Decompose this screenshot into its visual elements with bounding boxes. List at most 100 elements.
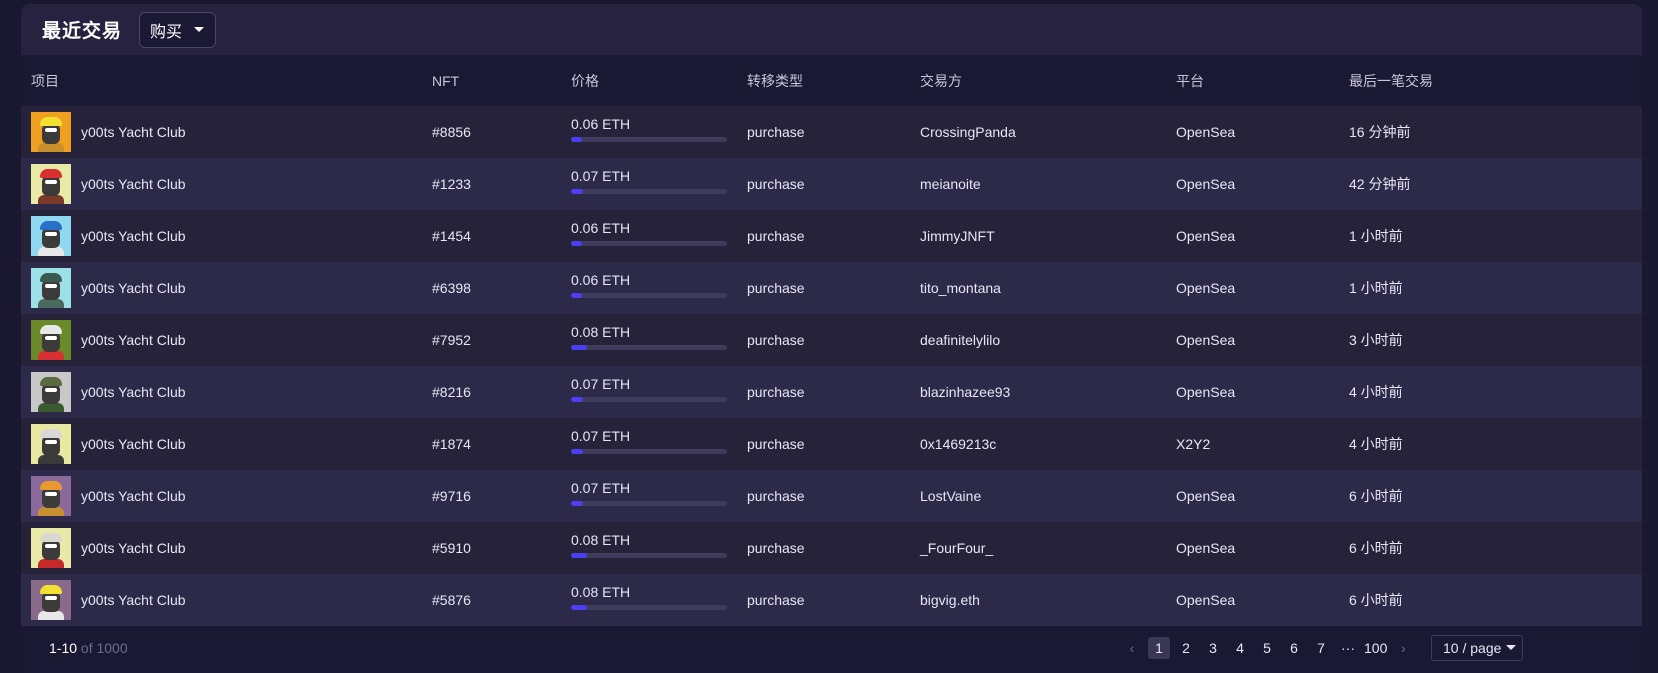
project-name[interactable]: y00ts Yacht Club [81, 332, 186, 348]
trade-type-select[interactable]: 购买 [139, 11, 217, 48]
project-name[interactable]: y00ts Yacht Club [81, 488, 186, 504]
column-header-nft[interactable]: NFT [432, 55, 571, 106]
price-value: 0.06 ETH [571, 272, 631, 288]
cell-last-trade: 3 小时前 [1349, 332, 1403, 348]
page-button[interactable]: 3 [1202, 637, 1224, 659]
cell-nft[interactable]: #9716 [432, 470, 571, 522]
cell-platform: OpenSea [1176, 592, 1236, 608]
cell-project: y00ts Yacht Club [21, 314, 432, 366]
cell-nft[interactable]: #6398 [432, 262, 571, 314]
cell-nft[interactable]: #8856 [432, 106, 571, 158]
cell-nft[interactable]: #8216 [432, 366, 571, 418]
nft-avatar-image[interactable] [31, 112, 71, 152]
page-button[interactable]: 4 [1229, 637, 1251, 659]
column-header-last-trade[interactable]: 最后一笔交易 [1349, 55, 1642, 106]
cell-trader[interactable]: tito_montana [920, 262, 1176, 314]
nft-avatar-image[interactable] [31, 216, 71, 256]
pagination-footer: 1-10 of 1000 ‹ 1 2 3 4 5 6 7 ··· 100 › 10 / page [21, 626, 1642, 669]
nft-avatar-image[interactable] [31, 268, 71, 308]
table-row[interactable]: y00ts Yacht Club #5876 0.08 ETH purchase… [21, 574, 1642, 626]
cell-trader[interactable]: blazinhazee93 [920, 366, 1176, 418]
nft-avatar-image[interactable] [31, 580, 71, 620]
table-row[interactable]: y00ts Yacht Club #1454 0.06 ETH purchase… [21, 210, 1642, 262]
cell-trader[interactable]: deafinitelylilo [920, 314, 1176, 366]
chevron-left-icon[interactable]: ‹ [1121, 637, 1143, 659]
panel-header: 最近交易 购买 [21, 4, 1642, 55]
cell-trader[interactable]: CrossingPanda [920, 106, 1176, 158]
cell-platform: OpenSea [1176, 488, 1236, 504]
nft-avatar-image[interactable] [31, 372, 71, 412]
cell-trader[interactable]: LostVaine [920, 470, 1176, 522]
price-value: 0.07 ETH [571, 376, 631, 392]
price-value: 0.08 ETH [571, 532, 631, 548]
cell-trader[interactable]: JimmyJNFT [920, 210, 1176, 262]
page-button[interactable]: 7 [1310, 637, 1332, 659]
cell-platform: OpenSea [1176, 540, 1236, 556]
pager: ‹ 1 2 3 4 5 6 7 ··· 100 › [1121, 636, 1419, 659]
cell-nft[interactable]: #7952 [432, 314, 571, 366]
table-row[interactable]: y00ts Yacht Club #8216 0.07 ETH purchase… [21, 366, 1642, 418]
nft-avatar-image[interactable] [31, 164, 71, 204]
project-name[interactable]: y00ts Yacht Club [81, 124, 186, 140]
column-header-platform[interactable]: 平台 [1176, 55, 1349, 106]
project-name[interactable]: y00ts Yacht Club [81, 436, 186, 452]
cell-project: y00ts Yacht Club [21, 262, 432, 314]
price-bar [571, 605, 727, 610]
column-header-trader[interactable]: 交易方 [920, 55, 1176, 106]
project-name[interactable]: y00ts Yacht Club [81, 540, 186, 556]
page-button[interactable]: 5 [1256, 637, 1278, 659]
cell-last-trade: 1 小时前 [1349, 228, 1403, 244]
recent-trades-panel: 最近交易 购买 项目 NFT 价格 转移类型 交易方 平台 最后一笔交易 y00… [21, 4, 1642, 673]
cell-price: 0.07 ETH [571, 366, 747, 418]
table-row[interactable]: y00ts Yacht Club #8856 0.06 ETH purchase… [21, 106, 1642, 158]
column-header-price[interactable]: 价格 [571, 55, 747, 106]
nft-avatar-image[interactable] [31, 320, 71, 360]
cell-nft[interactable]: #1874 [432, 418, 571, 470]
page-button[interactable]: 1 [1148, 636, 1170, 659]
page-button[interactable]: 2 [1175, 637, 1197, 659]
table-row[interactable]: y00ts Yacht Club #1233 0.07 ETH purchase… [21, 158, 1642, 210]
cell-platform: OpenSea [1176, 332, 1236, 348]
page-size-select[interactable]: 10 / page [1431, 634, 1523, 661]
price-bar [571, 293, 727, 298]
table-row[interactable]: y00ts Yacht Club #7952 0.08 ETH purchase… [21, 314, 1642, 366]
project-name[interactable]: y00ts Yacht Club [81, 280, 186, 296]
table-row[interactable]: y00ts Yacht Club #1874 0.07 ETH purchase… [21, 418, 1642, 470]
cell-last-trade: 42 分钟前 [1349, 176, 1411, 192]
range-value: 1-10 [49, 639, 78, 656]
cell-trader[interactable]: _FourFour_ [920, 522, 1176, 574]
caret-down-icon [194, 27, 205, 32]
pagination-ellipsis[interactable]: ··· [1337, 637, 1359, 659]
cell-nft[interactable]: #5910 [432, 522, 571, 574]
table-row[interactable]: y00ts Yacht Club #9716 0.07 ETH purchase… [21, 470, 1642, 522]
project-name[interactable]: y00ts Yacht Club [81, 592, 186, 608]
cell-nft[interactable]: #5876 [432, 574, 571, 626]
cell-trader[interactable]: meianoite [920, 158, 1176, 210]
chevron-right-icon[interactable]: › [1392, 637, 1414, 659]
cell-nft[interactable]: #1454 [432, 210, 571, 262]
project-name[interactable]: y00ts Yacht Club [81, 228, 186, 244]
nft-avatar-image[interactable] [31, 528, 71, 568]
cell-price: 0.06 ETH [571, 210, 747, 262]
table-row[interactable]: y00ts Yacht Club #5910 0.08 ETH purchase… [21, 522, 1642, 574]
cell-platform: X2Y2 [1176, 436, 1211, 452]
cell-transfer-type: purchase [747, 280, 805, 296]
nft-avatar-image[interactable] [31, 476, 71, 516]
cell-nft[interactable]: #1233 [432, 158, 571, 210]
cell-trader[interactable]: bigvig.eth [920, 574, 1176, 626]
page-size-value: 10 / page [1443, 639, 1502, 656]
trades-table: 项目 NFT 价格 转移类型 交易方 平台 最后一笔交易 y00ts Yacht… [21, 55, 1642, 626]
project-name[interactable]: y00ts Yacht Club [81, 176, 186, 192]
caret-down-icon [1506, 645, 1517, 650]
cell-price: 0.06 ETH [571, 262, 747, 314]
project-name[interactable]: y00ts Yacht Club [81, 384, 186, 400]
column-header-transfer-type[interactable]: 转移类型 [747, 55, 920, 106]
cell-trader[interactable]: 0x1469213c [920, 418, 1176, 470]
column-header-project[interactable]: 项目 [21, 55, 432, 106]
nft-avatar-image[interactable] [31, 424, 71, 464]
page-button[interactable]: 6 [1283, 637, 1305, 659]
cell-transfer-type: purchase [747, 332, 805, 348]
page-button[interactable]: 100 [1364, 637, 1387, 659]
cell-platform: OpenSea [1176, 280, 1236, 296]
table-row[interactable]: y00ts Yacht Club #6398 0.06 ETH purchase… [21, 262, 1642, 314]
